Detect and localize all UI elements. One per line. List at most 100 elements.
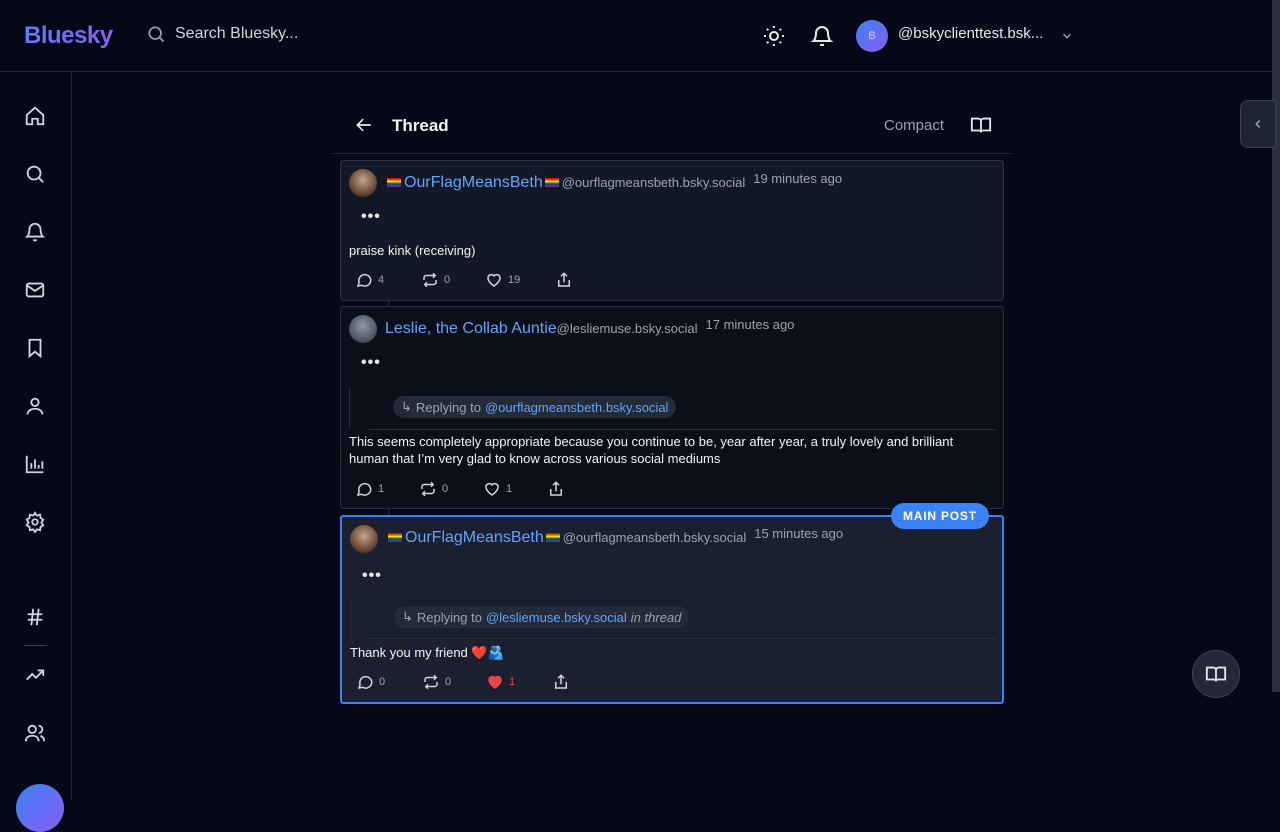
- home-icon[interactable]: [24, 105, 46, 127]
- search-placeholder: Search Bluesky...: [175, 25, 299, 42]
- divider: [369, 429, 995, 430]
- share-button[interactable]: [552, 673, 570, 691]
- chevron-left-icon: [1255, 119, 1261, 129]
- chevron-down-icon[interactable]: [1060, 29, 1074, 43]
- search-icon[interactable]: [24, 163, 46, 185]
- post-text: praise kink (receiving): [349, 243, 476, 258]
- replying-to-label: Replying to: [416, 609, 482, 625]
- repost-button[interactable]: 0: [419, 480, 483, 498]
- comment-icon: [356, 482, 372, 496]
- profile-icon[interactable]: [24, 395, 46, 417]
- replying-to-handle[interactable]: @ourflagmeansbeth.bsky.social: [485, 400, 669, 415]
- reply-arrow-icon: ↳: [402, 609, 413, 624]
- avatar[interactable]: [350, 525, 378, 553]
- arrow-left-icon[interactable]: [354, 115, 374, 135]
- app-logo[interactable]: Bluesky: [24, 22, 113, 50]
- post-actions: 1 0 1: [355, 480, 565, 498]
- thread-post[interactable]: OurFlagMeansBeth @ourflagmeansbeth.bsky.…: [340, 160, 1004, 301]
- replying-to-pill[interactable]: ↳ Replying to @ourflagmeansbeth.bsky.soc…: [393, 396, 677, 418]
- bookmark-icon[interactable]: [24, 337, 46, 359]
- author-name[interactable]: Leslie, the Collab Auntie: [385, 320, 557, 338]
- sun-icon[interactable]: [762, 24, 786, 48]
- repost-count: 0: [442, 483, 449, 495]
- heart-filled-icon: [488, 675, 502, 689]
- reply-line: [349, 387, 350, 429]
- author-handle[interactable]: @lesliemuse.bsky.social: [557, 321, 698, 336]
- post-time[interactable]: 15 minutes ago: [754, 526, 843, 541]
- user-menu[interactable]: B @bskyclienttest.bsk...: [856, 20, 1043, 52]
- compose-button[interactable]: [16, 784, 64, 832]
- reader-button[interactable]: [1192, 650, 1240, 698]
- repost-icon: [421, 481, 435, 497]
- pride-flag-icon: [388, 533, 402, 542]
- trending-icon[interactable]: [24, 664, 46, 686]
- book-icon[interactable]: [970, 114, 992, 136]
- more-options-icon[interactable]: •••: [361, 208, 381, 226]
- heart-icon: [485, 482, 499, 496]
- author-name[interactable]: OurFlagMeansBeth: [405, 529, 544, 547]
- avatar[interactable]: [349, 315, 377, 343]
- mail-icon[interactable]: [24, 279, 46, 301]
- main-post-badge: MAIN POST: [891, 503, 989, 529]
- search-icon: [148, 26, 165, 43]
- sidebar-divider: [24, 645, 47, 646]
- post-time[interactable]: 17 minutes ago: [706, 317, 795, 332]
- share-button[interactable]: [555, 271, 573, 289]
- comment-icon: [357, 675, 373, 689]
- pride-flag-icon: [544, 178, 559, 187]
- post-time[interactable]: 19 minutes ago: [753, 171, 842, 186]
- like-count: 1: [506, 483, 513, 495]
- post-header: OurFlagMeansBeth @ourflagmeansbeth.bsky.…: [386, 526, 843, 547]
- author-handle[interactable]: @ourflagmeansbeth.bsky.social: [563, 530, 747, 545]
- post-text: Thank you my friend ❤️🫂: [350, 645, 504, 660]
- search-box[interactable]: Search Bluesky...: [146, 24, 298, 44]
- like-button[interactable]: 1: [483, 480, 547, 498]
- book-icon: [1205, 666, 1227, 682]
- post-header: Leslie, the Collab Auntie @lesliemuse.bs…: [385, 317, 795, 338]
- like-count: 1: [509, 676, 516, 688]
- bell-icon[interactable]: [810, 24, 834, 48]
- gear-icon[interactable]: [24, 511, 46, 533]
- users-icon[interactable]: [24, 722, 46, 744]
- heart-icon: [487, 273, 501, 287]
- reply-count: 1: [378, 483, 385, 495]
- replying-to-pill[interactable]: ↳ Replying to @lesliemuse.bsky.social in…: [394, 606, 690, 628]
- more-options-icon[interactable]: •••: [362, 567, 382, 585]
- replying-to-handle[interactable]: @lesliemuse.bsky.social: [486, 610, 627, 625]
- page-title: Thread: [392, 116, 449, 135]
- post-actions: 0 0 1: [356, 673, 570, 691]
- reply-count: 4: [378, 274, 385, 286]
- repost-button[interactable]: 0: [421, 271, 485, 289]
- reply-count: 0: [379, 676, 386, 688]
- user-handle: @bskyclienttest.bsk...: [898, 24, 1044, 42]
- post-text: This seems completely appropriate becaus…: [349, 434, 954, 466]
- more-options-icon[interactable]: •••: [361, 354, 381, 372]
- compact-toggle[interactable]: Compact: [884, 117, 944, 134]
- repost-icon: [423, 272, 437, 288]
- post-actions: 4 0 19: [355, 271, 573, 289]
- reply-button[interactable]: 1: [355, 480, 419, 498]
- analytics-icon[interactable]: [24, 453, 46, 475]
- author-handle[interactable]: @ourflagmeansbeth.bsky.social: [562, 175, 746, 190]
- replying-to-label: Replying to: [415, 399, 481, 415]
- reply-button[interactable]: 0: [356, 673, 422, 691]
- hashtag-icon[interactable]: [24, 606, 46, 628]
- reply-button[interactable]: 4: [355, 271, 421, 289]
- share-icon: [550, 481, 562, 496]
- like-button[interactable]: 19: [485, 271, 555, 289]
- author-name[interactable]: OurFlagMeansBeth: [404, 174, 543, 192]
- repost-count: 0: [445, 676, 452, 688]
- like-button[interactable]: 1: [486, 673, 552, 691]
- reply-arrow-icon: ↳: [401, 399, 412, 414]
- main-post[interactable]: OurFlagMeansBeth @ourflagmeansbeth.bsky.…: [340, 515, 1004, 704]
- like-count: 19: [508, 274, 521, 286]
- bell-icon[interactable]: [24, 221, 46, 243]
- thread-post[interactable]: Leslie, the Collab Auntie @lesliemuse.bs…: [340, 306, 1004, 509]
- repost-button[interactable]: 0: [422, 673, 486, 691]
- in-thread-label: in thread: [630, 609, 682, 625]
- avatar[interactable]: [349, 169, 377, 197]
- side-panel-toggle[interactable]: [1240, 100, 1276, 148]
- divider: [370, 638, 996, 639]
- share-button[interactable]: [547, 480, 565, 498]
- top-bar: Bluesky Search Bluesky... B @bskyclientt…: [0, 0, 1272, 72]
